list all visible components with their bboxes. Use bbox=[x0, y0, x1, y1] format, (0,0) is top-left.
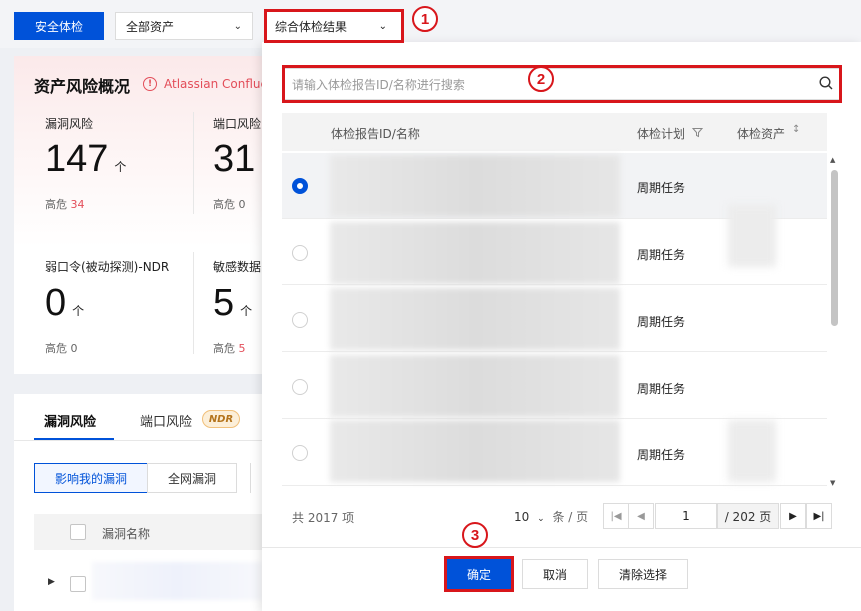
blurred-report-name bbox=[330, 420, 620, 482]
confirm-button[interactable]: 确定 bbox=[444, 556, 514, 592]
row-checkbox[interactable] bbox=[70, 576, 86, 592]
stat-divider bbox=[193, 112, 194, 214]
row-plan: 周期任务 bbox=[637, 248, 686, 262]
alert-icon: ! bbox=[143, 77, 157, 91]
filter-icon[interactable] bbox=[692, 127, 703, 138]
col-asset: 体检资产 bbox=[737, 127, 786, 141]
stat-sub-port: 高危 0 bbox=[213, 198, 246, 211]
blurred-report-name bbox=[330, 222, 620, 284]
tabs-divider bbox=[14, 440, 274, 441]
risk-overview-title: 资产风险概况 bbox=[34, 77, 131, 96]
stat-sub-vuln: 高危 34 bbox=[45, 198, 85, 211]
row-radio[interactable] bbox=[292, 245, 308, 261]
callout-1: 1 bbox=[412, 6, 438, 32]
stat-divider bbox=[193, 252, 194, 354]
col-vuln-name: 漏洞名称 bbox=[102, 527, 151, 541]
stat-label-vuln: 漏洞风险 bbox=[45, 117, 94, 131]
page-size-unit: 条 / 页 bbox=[552, 510, 589, 524]
page-input[interactable]: 1 bbox=[655, 503, 717, 529]
result-type-select[interactable]: 综合体检结果 ⌄ bbox=[264, 9, 404, 43]
stat-number: 5 bbox=[213, 282, 235, 324]
popup-footer-divider bbox=[262, 547, 861, 548]
blurred-vuln-row bbox=[92, 562, 262, 600]
callout-3: 3 bbox=[462, 522, 488, 548]
clear-selection-button[interactable]: 清除选择 bbox=[598, 559, 688, 589]
scroll-up-icon[interactable]: ▲ bbox=[830, 156, 835, 164]
security-check-button[interactable]: 安全体检 bbox=[14, 12, 104, 40]
row-radio[interactable] bbox=[292, 379, 308, 395]
result-type-value: 综合体检结果 bbox=[275, 19, 348, 34]
sort-icon[interactable]: ↕ bbox=[792, 124, 800, 135]
scroll-thumb[interactable] bbox=[831, 170, 838, 326]
stat-unit: 个 bbox=[240, 304, 253, 318]
tab-port-risk[interactable]: 端口风险 bbox=[140, 411, 192, 430]
blurred-asset bbox=[728, 420, 776, 482]
stat-value-sensitive[interactable]: 5 个 bbox=[213, 282, 252, 325]
page-size-value: 10 bbox=[514, 510, 530, 524]
risk-overview-card bbox=[14, 56, 274, 374]
blurred-asset bbox=[728, 205, 776, 267]
stat-value-vuln[interactable]: 147 个 bbox=[45, 138, 126, 181]
stat-unit: 个 bbox=[114, 160, 127, 174]
filter-affects-me[interactable]: 影响我的漏洞 bbox=[34, 463, 148, 493]
last-page-icon[interactable]: ▶| bbox=[806, 503, 832, 529]
asset-scope-value: 全部资产 bbox=[126, 19, 175, 34]
chevron-down-icon: ⌄ bbox=[233, 20, 242, 32]
filter-all-vulns[interactable]: 全网漏洞 bbox=[147, 463, 237, 493]
select-all-checkbox[interactable] bbox=[70, 524, 86, 540]
stat-number: 147 bbox=[45, 138, 109, 180]
stat-value-port[interactable]: 31 bbox=[213, 138, 261, 181]
prev-page-icon[interactable]: ◀ bbox=[628, 503, 654, 529]
search-highlight-box bbox=[282, 65, 842, 103]
row-plan: 周期任务 bbox=[637, 181, 686, 195]
stat-label-weakpwd: 弱口令(被动探测)-NDR bbox=[45, 260, 170, 274]
blurred-report-name bbox=[330, 155, 620, 217]
alert-link[interactable]: Atlassian Confluen bbox=[164, 77, 275, 91]
row-plan: 周期任务 bbox=[637, 382, 686, 396]
stat-sub-sensitive: 高危 5 bbox=[213, 342, 246, 355]
filter-divider bbox=[250, 463, 251, 493]
callout-2: 2 bbox=[528, 66, 554, 92]
active-tab-indicator bbox=[34, 438, 114, 440]
stat-number: 31 bbox=[213, 138, 256, 180]
stat-value-weakpwd[interactable]: 0 个 bbox=[45, 282, 84, 325]
page-size-select[interactable]: 10 ⌄ 条 / 页 bbox=[514, 508, 588, 525]
asset-scope-select[interactable]: 全部资产 ⌄ bbox=[115, 12, 253, 40]
stat-unit: 个 bbox=[72, 304, 85, 318]
blurred-report-name bbox=[330, 288, 620, 350]
chevron-down-icon: ⌄ bbox=[537, 514, 545, 524]
stat-label-sensitive: 敏感数据 bbox=[213, 260, 261, 274]
expand-caret-icon[interactable]: ▶ bbox=[48, 577, 55, 587]
row-plan: 周期任务 bbox=[637, 315, 686, 329]
scroll-down-icon[interactable]: ▼ bbox=[830, 479, 835, 487]
row-radio[interactable] bbox=[292, 312, 308, 328]
row-radio[interactable] bbox=[292, 178, 308, 194]
ndr-badge: NDR bbox=[202, 410, 240, 428]
first-page-icon[interactable]: |◀ bbox=[603, 503, 629, 529]
stat-sub-weakpwd: 高危 0 bbox=[45, 342, 78, 355]
col-report-name: 体检报告ID/名称 bbox=[331, 127, 420, 141]
chevron-down-icon: ⌄ bbox=[378, 20, 387, 32]
stat-number: 0 bbox=[45, 282, 67, 324]
row-radio[interactable] bbox=[292, 445, 308, 461]
row-plan: 周期任务 bbox=[637, 448, 686, 462]
next-page-icon[interactable]: ▶ bbox=[780, 503, 806, 529]
cancel-button[interactable]: 取消 bbox=[522, 559, 588, 589]
pager-total: 共 2017 项 bbox=[292, 511, 355, 525]
stat-label-port: 端口风险 bbox=[213, 117, 261, 131]
tab-vuln-risk[interactable]: 漏洞风险 bbox=[44, 411, 96, 430]
blurred-report-name bbox=[330, 355, 620, 417]
col-plan: 体检计划 bbox=[637, 127, 686, 141]
total-pages: / 202 页 bbox=[717, 503, 779, 529]
